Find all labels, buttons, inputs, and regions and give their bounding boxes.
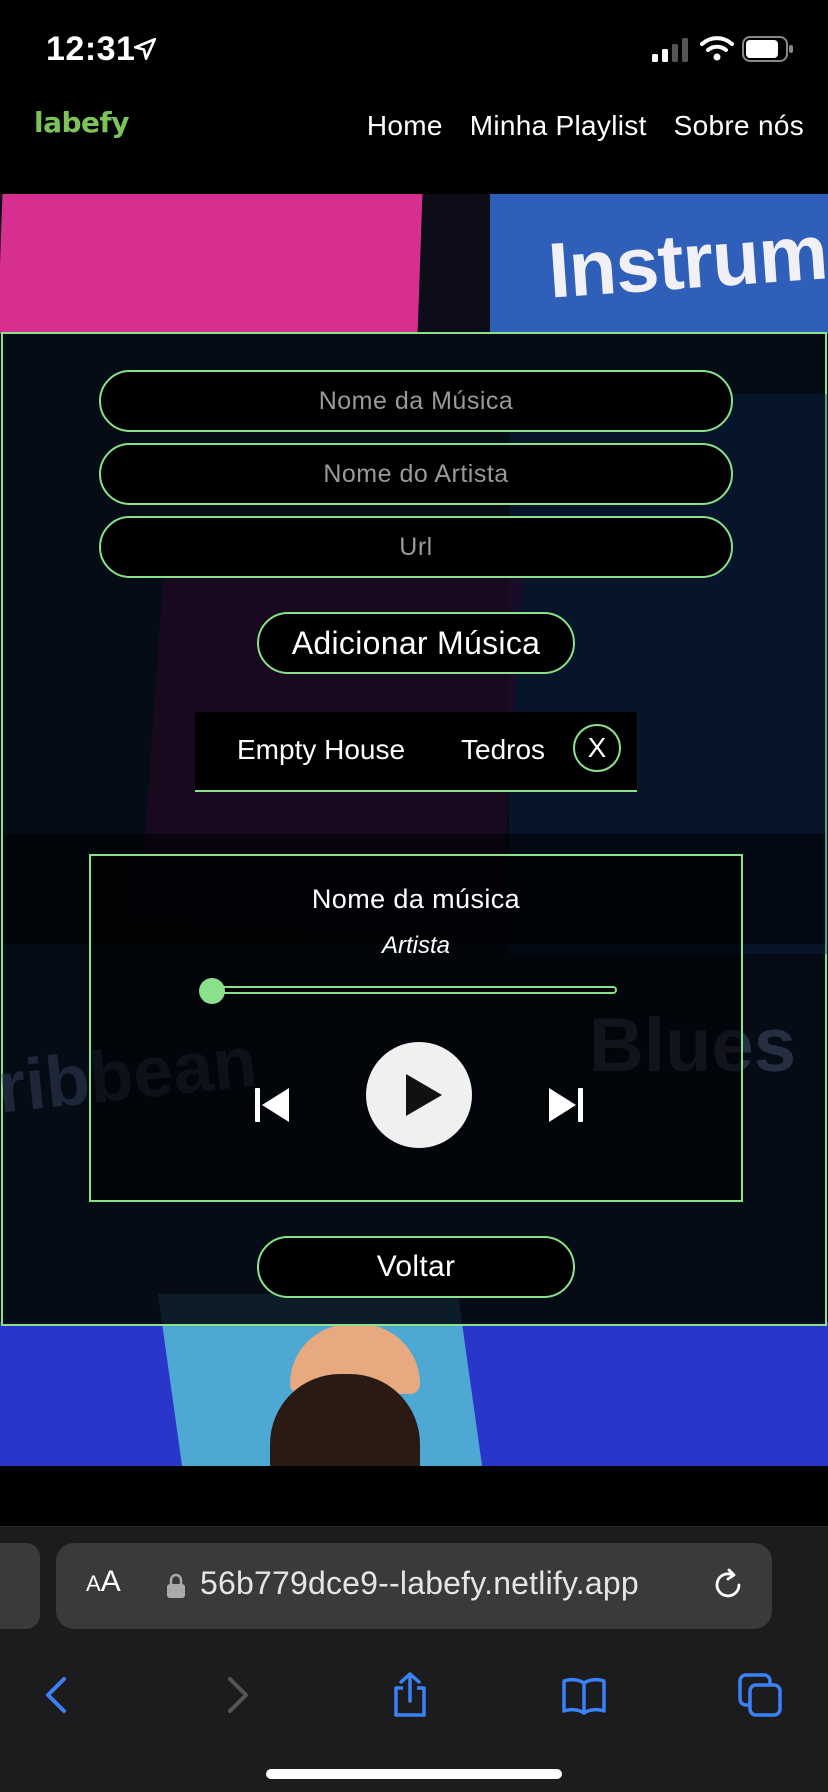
nav-playlist-link[interactable]: Minha Playlist <box>470 110 647 142</box>
reload-icon[interactable] <box>710 1567 746 1603</box>
playlist-modal: Blues ribbean Nome da Música Nome do Art… <box>0 332 828 1326</box>
forward-icon[interactable] <box>212 1671 260 1719</box>
previous-tab-peek[interactable] <box>0 1543 40 1629</box>
playlist-item-artist[interactable]: Tedros <box>461 734 545 766</box>
main-nav: Home Minha Playlist Sobre nós <box>367 110 804 142</box>
playlist-item-song[interactable]: Empty House <box>237 734 405 766</box>
music-player: Nome da música Artista <box>89 854 743 1202</box>
bg-tile-pink <box>0 194 423 334</box>
playlist-item: Empty House Tedros X <box>195 712 637 792</box>
back-icon[interactable] <box>34 1671 82 1719</box>
cellular-signal-icon <box>652 38 688 62</box>
bg-tile-word: Instrum <box>545 207 828 315</box>
status-time: 12:31 <box>46 30 136 68</box>
browser-toolbar: AA 56b779dce9--labefy.netlify.app <box>0 1526 828 1792</box>
player-artist: Artista <box>381 932 450 959</box>
bookmarks-icon[interactable] <box>560 1671 608 1719</box>
seek-thumb[interactable] <box>199 978 225 1004</box>
player-song-title: Nome da música <box>311 884 521 914</box>
tabs-icon[interactable] <box>736 1671 784 1719</box>
lock-icon <box>167 1573 185 1598</box>
url-input[interactable]: Url <box>99 516 733 578</box>
play-button[interactable] <box>366 1042 472 1148</box>
address-bar[interactable]: AA 56b779dce9--labefy.netlify.app <box>56 1543 772 1629</box>
browser-nav-toolbar <box>0 1657 828 1733</box>
nav-about-link[interactable]: Sobre nós <box>674 110 804 142</box>
nav-home-link[interactable]: Home <box>367 110 443 142</box>
add-song-button[interactable]: Adicionar Música <box>257 612 575 674</box>
back-button[interactable]: Voltar <box>257 1236 575 1298</box>
battery-icon <box>742 36 793 62</box>
play-icon <box>406 1074 442 1116</box>
skip-next-icon[interactable] <box>545 1084 587 1126</box>
skip-previous-icon[interactable] <box>251 1084 293 1126</box>
app-header: labefy Home Minha Playlist Sobre nós <box>0 100 828 194</box>
home-indicator[interactable] <box>266 1769 562 1779</box>
remove-song-button[interactable]: X <box>573 724 621 772</box>
location-arrow-icon <box>133 37 157 61</box>
song-name-input[interactable]: Nome da Música <box>99 370 733 432</box>
status-bar: 12:31 <box>0 0 828 100</box>
url-text[interactable]: 56b779dce9--labefy.netlify.app <box>200 1565 639 1602</box>
reader-settings-button[interactable]: AA <box>86 1565 121 1599</box>
seek-bar[interactable] <box>211 986 617 994</box>
artist-name-input[interactable]: Nome do Artista <box>99 443 733 505</box>
labefy-logo[interactable]: labefy <box>34 106 129 139</box>
wifi-icon <box>700 36 734 61</box>
share-icon[interactable] <box>386 1671 434 1719</box>
